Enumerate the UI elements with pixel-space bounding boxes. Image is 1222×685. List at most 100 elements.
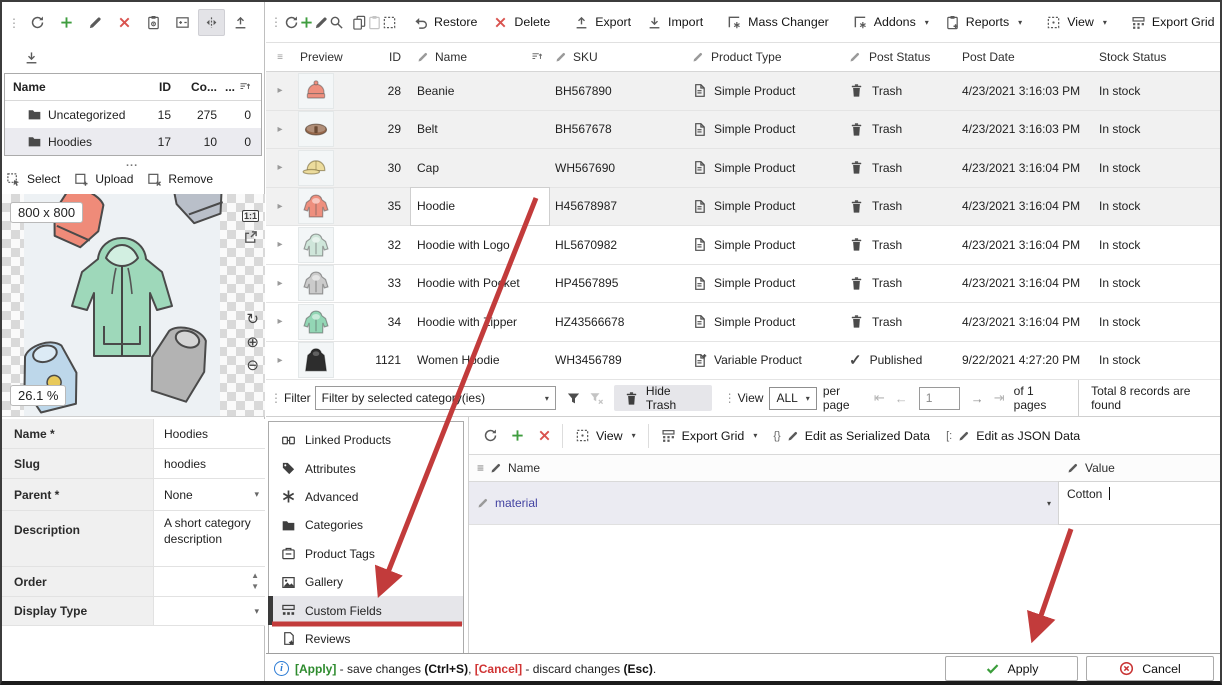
product-row[interactable]: ▸ 28 Beanie BH567890 Simple Product ✓Tra… [266, 72, 1220, 111]
edit-serialized-button[interactable]: {}Edit as Serialized Data [765, 422, 938, 450]
paste-special-button[interactable] [382, 9, 397, 36]
form-value-field[interactable]: A short category description [154, 511, 265, 566]
col-preview[interactable]: Preview [294, 43, 356, 71]
filter-dropdown[interactable]: Filter by selected category(ies)▾ [315, 386, 556, 410]
product-sku-cell[interactable]: HZ43566678 [549, 303, 686, 341]
column-options-button[interactable]: ≡ [266, 43, 294, 71]
col-stock-status[interactable]: Stock Status [1091, 43, 1220, 71]
product-row[interactable]: ▸ 34 Hoodie with Zipper HZ43566678 Simpl… [266, 303, 1220, 342]
product-thumbnail[interactable] [298, 150, 334, 186]
search-button[interactable] [329, 9, 344, 36]
delete-button[interactable]: Delete [485, 8, 558, 36]
row-expander[interactable]: ▸ [266, 111, 294, 149]
category-col-name[interactable]: Name [5, 80, 137, 94]
product-type-cell[interactable]: Simple Product [692, 314, 795, 329]
zoom-in-icon[interactable]: ⊕ [246, 335, 259, 350]
hide-trash-toggle[interactable]: Hide Trash [614, 385, 712, 411]
cancel-button[interactable]: Cancel [1086, 656, 1214, 681]
import-button[interactable]: Import [639, 8, 711, 36]
toolbar-drag-handle[interactable]: ⋮ [4, 16, 22, 30]
product-row[interactable]: ▸ 35 Hoodie H45678987 Simple Product ✓Tr… [266, 188, 1220, 227]
cf-view-button[interactable]: View▾ [567, 422, 644, 450]
detail-tab[interactable]: Reviews [269, 625, 463, 653]
product-name-cell[interactable]: Hoodie with Zipper [411, 303, 549, 341]
cf-col-name[interactable]: ≡Name [469, 455, 1059, 481]
product-name-cell[interactable]: Cap [411, 149, 549, 187]
restore-button[interactable]: Restore [405, 8, 485, 36]
refresh-custom-fields-button[interactable] [477, 422, 504, 449]
form-value-field[interactable]: Hoodies [154, 419, 265, 448]
product-name-cell[interactable]: Hoodie [411, 188, 549, 226]
apply-filter-icon[interactable] [566, 391, 581, 406]
category-row[interactable]: Hoodies 17 10 0 [5, 128, 261, 155]
copy-button[interactable] [352, 9, 367, 36]
custom-field-name[interactable]: material [477, 496, 538, 510]
add-custom-field-button[interactable] [504, 422, 531, 449]
col-post-date[interactable]: Post Date [956, 43, 1091, 71]
product-name-cell[interactable]: Hoodie with Logo [411, 226, 549, 264]
category-col-id[interactable]: ID [137, 80, 171, 94]
product-name-cell[interactable]: Women Hoodie [411, 342, 549, 380]
post-status-cell[interactable]: ✓Trash [849, 314, 902, 329]
addons-button[interactable]: Addons▾ [845, 8, 937, 36]
col-sku[interactable]: SKU [549, 43, 686, 71]
post-status-cell[interactable]: ✓Trash [849, 160, 902, 175]
apply-button[interactable]: Apply [945, 656, 1078, 681]
col-id[interactable]: ID [356, 43, 411, 71]
edit-category-button[interactable] [82, 9, 109, 36]
product-name-cell[interactable]: Belt [411, 111, 549, 149]
product-sku-cell[interactable]: H45678987 [549, 188, 686, 226]
preview-clipboard-button[interactable] [140, 9, 167, 36]
detail-tab[interactable]: Categories [269, 511, 463, 539]
row-expander[interactable]: ▸ [266, 149, 294, 187]
next-page-button[interactable]: → [971, 391, 984, 406]
field-adornment[interactable]: ▾ [254, 597, 259, 625]
product-thumbnail[interactable] [298, 188, 334, 224]
column-options-button[interactable]: ≡ [477, 461, 484, 475]
form-value-field[interactable]: hoodies [154, 449, 265, 478]
product-type-cell[interactable]: Simple Product [692, 83, 795, 98]
product-row[interactable]: ▸ 29 Belt BH567678 Simple Product ✓Trash… [266, 111, 1220, 150]
field-adornment[interactable]: ▲▼ [251, 567, 259, 596]
delete-category-button[interactable] [111, 9, 138, 36]
custom-field-value-editor[interactable]: Cotton [1059, 482, 1222, 524]
product-type-cell[interactable]: Simple Product [692, 122, 795, 137]
post-status-cell[interactable]: ✓Trash [849, 83, 902, 98]
detail-tab[interactable]: Product Tags [269, 540, 463, 568]
export-grid-button[interactable]: Export Grid▾ [1123, 8, 1222, 36]
form-value-field[interactable]: None ▾ [154, 479, 265, 510]
add-product-button[interactable] [299, 9, 314, 36]
reports-button[interactable]: Reports▾ [937, 8, 1030, 36]
form-value-field[interactable]: ▲▼ [154, 567, 265, 596]
product-thumbnail[interactable] [298, 111, 334, 147]
toolbar-drag-handle[interactable]: ⋮ [720, 391, 738, 405]
export-button[interactable]: Export [566, 8, 639, 36]
rotate-icon[interactable]: ↻ [246, 312, 259, 327]
col-product-type[interactable]: Product Type [686, 43, 843, 71]
product-sku-cell[interactable]: HP4567895 [549, 265, 686, 303]
detail-tab[interactable]: Linked Products [269, 426, 463, 454]
paste-button[interactable] [367, 9, 382, 36]
product-name-cell[interactable]: Hoodie with Pocket [411, 265, 549, 303]
chevron-down-icon[interactable]: ▾ [1047, 499, 1051, 508]
prev-page-button[interactable]: ← [895, 391, 908, 406]
upload-image-button[interactable]: Upload [74, 172, 133, 187]
zoom-out-icon[interactable]: ⊖ [246, 358, 259, 373]
open-external-icon[interactable] [243, 230, 258, 245]
delete-custom-field-button[interactable] [531, 422, 558, 449]
per-page-select[interactable]: ALL▾ [769, 387, 816, 410]
product-type-cell[interactable]: Simple Product [692, 276, 795, 291]
row-expander[interactable]: ▸ [266, 72, 294, 110]
product-thumbnail[interactable] [298, 304, 334, 340]
product-thumbnail[interactable] [298, 73, 334, 109]
product-type-cell[interactable]: Variable Product [692, 353, 802, 368]
product-name-cell[interactable]: Beanie [411, 72, 549, 110]
col-name[interactable]: Name [411, 43, 549, 71]
toolbar-drag-handle[interactable]: ⋮ [266, 391, 284, 405]
cf-col-value[interactable]: Value [1059, 455, 1222, 481]
select-image-button[interactable]: Select [6, 172, 60, 187]
category-row[interactable]: Uncategorized 15 275 0 [5, 101, 261, 128]
row-expander[interactable]: ▸ [266, 303, 294, 341]
product-sku-cell[interactable]: HL5670982 [549, 226, 686, 264]
product-sku-cell[interactable]: WH3456789 [549, 342, 686, 380]
